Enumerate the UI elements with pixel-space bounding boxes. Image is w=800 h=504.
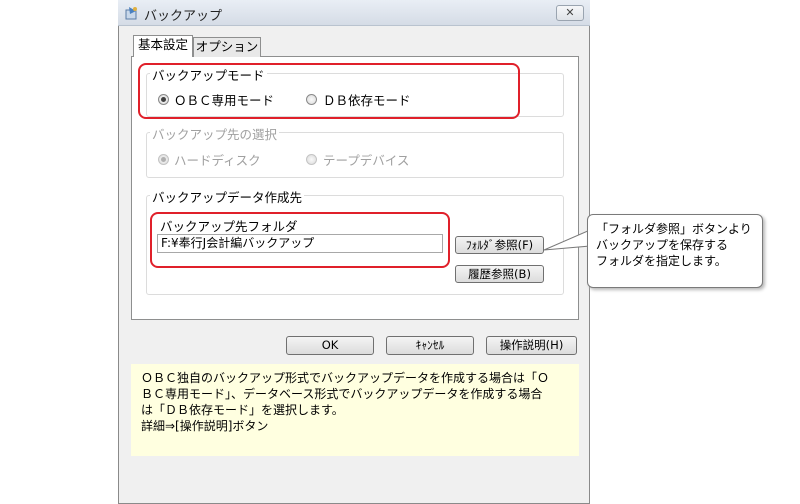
radio-tape-device[interactable]: [306, 154, 317, 165]
destination-legend: バックアップ先の選択: [150, 124, 280, 143]
creation-legend: バックアップデータ作成先: [150, 187, 305, 206]
history-browse-button[interactable]: 履歴参照(B): [455, 265, 544, 283]
app-icon: [124, 5, 140, 21]
callout-joint: [588, 226, 590, 242]
window-title: バックアップ: [144, 9, 223, 24]
highlight-backup-mode: [138, 63, 520, 119]
radio-hard-disk[interactable]: [158, 154, 169, 165]
callout-text-line: 「フォルダ参照」ボタンより: [596, 222, 752, 236]
help-text-line: ＯＢＣ独自のバックアップ形式でバックアップデータを作成する場合は「Ｏ: [141, 371, 550, 385]
help-text-line: ＢＣ専用モード」、データベース形式でバックアップデータを作成する場合: [141, 387, 543, 401]
radio-hard-disk-label: ハードディスク: [174, 153, 261, 168]
callout-text-line: フォルダを指定します。: [596, 254, 727, 268]
close-button[interactable]: ✕: [556, 5, 584, 21]
callout-text-line: バックアップを保存する: [596, 238, 729, 252]
highlight-folder: [150, 212, 450, 268]
help-text-panel: ＯＢＣ独自のバックアップ形式でバックアップデータを作成する場合は「Ｏ ＢＣ専用モ…: [131, 364, 579, 456]
help-button[interactable]: 操作説明(H): [486, 336, 577, 355]
cancel-button[interactable]: ｷｬﾝｾﾙ: [386, 336, 474, 355]
ok-button[interactable]: OK: [286, 336, 374, 355]
tab-basic-settings[interactable]: 基本設定: [133, 35, 193, 57]
help-text-line: は「ＤＢ依存モード」を選択します。: [141, 403, 344, 417]
folder-browse-button[interactable]: ﾌｫﾙﾀﾞ参照(F): [455, 236, 544, 254]
radio-tape-device-label: テープデバイス: [323, 153, 410, 168]
callout-box: 「フォルダ参照」ボタンより バックアップを保存する フォルダを指定します。: [587, 214, 763, 288]
help-text-line: 詳細⇒[操作説明]ボタン: [141, 419, 269, 433]
tab-options[interactable]: オプション: [193, 37, 261, 57]
